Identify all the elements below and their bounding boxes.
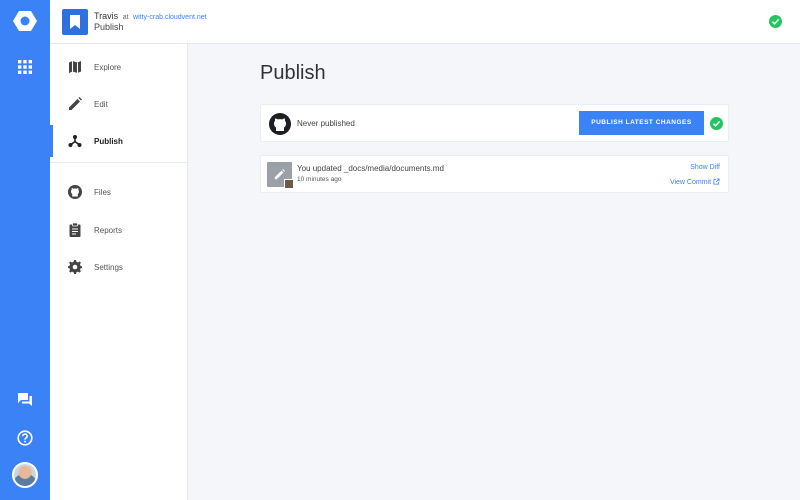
sidebar-item-label: Publish (94, 136, 123, 146)
sidebar-item-reports[interactable]: Reports (50, 214, 187, 246)
app-rail (0, 0, 50, 500)
check-circle-icon (710, 117, 723, 130)
publish-latest-changes-button[interactable]: PUBLISH LATEST CHANGES (579, 111, 704, 135)
publish-icon (68, 135, 82, 147)
sidebar-item-settings[interactable]: Settings (50, 251, 187, 283)
site-domain-link[interactable]: witty-crab.cloudvent.net (133, 14, 207, 21)
github-icon (68, 185, 82, 199)
map-icon (69, 61, 81, 73)
apps-grid-icon[interactable] (18, 60, 32, 74)
sidebar-item-explore[interactable]: Explore (50, 51, 187, 83)
at-label: at (122, 14, 129, 21)
sidebar-item-label: Explore (94, 62, 122, 72)
commit-message: You updated _docs/media/documents.md (297, 164, 444, 173)
sidebar-item-edit[interactable]: Edit (50, 88, 187, 120)
sidebar-divider (50, 162, 187, 163)
chat-icon[interactable] (17, 392, 33, 408)
breadcrumb: Publish (94, 22, 124, 32)
gear-icon (68, 260, 82, 274)
page-title: Publish (260, 62, 326, 84)
external-link-icon (713, 178, 720, 185)
help-icon[interactable] (17, 430, 33, 446)
sidebar-item-publish[interactable]: Publish (50, 125, 187, 157)
sidebar-item-label: Settings (94, 262, 123, 272)
top-header: Travis at witty-crab.cloudvent.net Publi… (50, 0, 800, 44)
avatar[interactable] (12, 462, 38, 488)
show-diff-link[interactable]: Show Diff (690, 164, 720, 171)
commit-card: You updated _docs/media/documents.md 10 … (260, 155, 729, 193)
user-mini-avatar (284, 179, 294, 189)
cloudvent-logo-icon[interactable] (12, 10, 38, 32)
pencil-icon (69, 97, 82, 110)
user-name: Travis (94, 11, 119, 21)
bookmark-icon (70, 15, 80, 29)
publish-status: Never published (297, 119, 355, 128)
view-commit-link[interactable]: View Commit (670, 178, 720, 186)
sidebar-item-label: Files (94, 187, 111, 197)
view-commit-label: View Commit (669, 179, 712, 186)
clipboard-icon (69, 223, 81, 237)
sidebar-item-label: Edit (94, 99, 108, 109)
commit-time: 10 minutes ago (297, 176, 342, 183)
status-check-icon (769, 15, 782, 28)
sidebar-item-label: Reports (94, 225, 123, 235)
sidebar: Explore Edit Publish Files Reports Setti… (50, 44, 188, 500)
user-site-line: Travis at witty-crab.cloudvent.net (94, 11, 207, 21)
github-icon (269, 113, 291, 135)
publish-card: Never published PUBLISH LATEST CHANGES (260, 104, 729, 142)
site-badge[interactable] (62, 9, 88, 35)
sidebar-item-files[interactable]: Files (50, 176, 187, 208)
